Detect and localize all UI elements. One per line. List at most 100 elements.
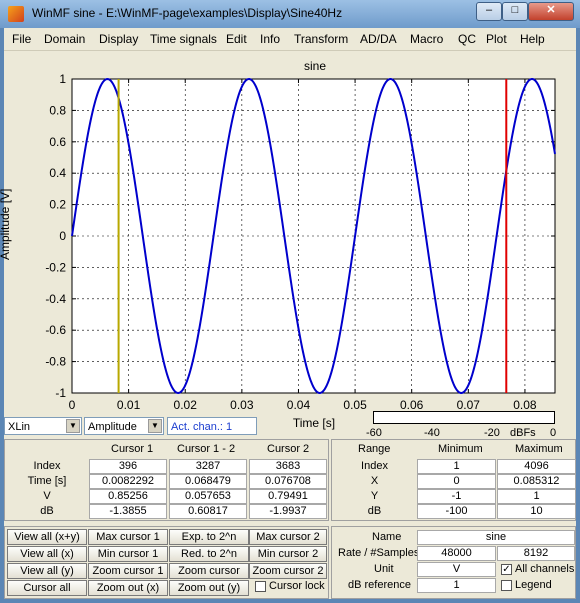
cursor-value-cell[interactable]: 0.85256 xyxy=(89,489,167,504)
zoom-cursor-2-button[interactable]: Zoom cursor 2 xyxy=(249,563,327,579)
x-tick-label: 0.04 xyxy=(287,398,311,412)
x-tick-label: 0.08 xyxy=(513,398,537,412)
cursor-row-label: V xyxy=(43,490,51,502)
cursor-value-cell[interactable]: 0.068479 xyxy=(169,474,247,489)
name-label: Name xyxy=(372,531,402,543)
y-tick-label: 0 xyxy=(59,229,66,243)
zoom-out-x-button[interactable]: Zoom out (x) xyxy=(88,580,168,596)
cursor-value-cell[interactable]: 0.057653 xyxy=(169,489,247,504)
dbfs-tick: -60 xyxy=(366,427,382,439)
cursor-row-label: Time [s] xyxy=(27,475,67,487)
xscale-value: XLin xyxy=(8,421,31,433)
all-channels-checkbox[interactable]: ✓ xyxy=(501,564,512,575)
x-tick-label: 0.05 xyxy=(343,398,367,412)
xscale-dropdown[interactable]: XLin ▼ xyxy=(4,417,82,435)
title-bar: WinMF sine - E:\WinMF-page\examples\Disp… xyxy=(0,0,580,28)
dbref-field[interactable]: 1 xyxy=(417,578,496,593)
cursor-value-cell[interactable]: 3287 xyxy=(169,459,247,474)
close-button[interactable]: ✕ xyxy=(528,2,574,21)
cursor-value-cell[interactable]: 0.0082292 xyxy=(89,474,167,489)
zoom-cursor-button[interactable]: Zoom cursor xyxy=(169,563,249,579)
dbfs-tick: -20 xyxy=(484,427,500,439)
range-value-cell[interactable]: 1 xyxy=(497,489,576,504)
range-row-label: Index xyxy=(361,460,388,472)
cursor-value-cell[interactable]: 396 xyxy=(89,459,167,474)
min-cursor-2-button[interactable]: Min cursor 2 xyxy=(249,546,327,562)
button-panel: View all (x+y) Max cursor 1 Exp. to 2^n Max… xyxy=(4,526,329,599)
samples-field[interactable]: 8192 xyxy=(497,546,575,561)
col-header-minimum: Minimum xyxy=(438,443,483,455)
x-tick-label: 0.06 xyxy=(400,398,424,412)
yquantity-dropdown[interactable]: Amplitude ▼ xyxy=(84,417,164,435)
range-value-cell[interactable]: -100 xyxy=(417,504,496,519)
cursor-value-cell[interactable]: 0.79491 xyxy=(249,489,327,504)
name-field[interactable]: sine xyxy=(417,530,575,545)
cursor-value-cell[interactable]: -1.9937 xyxy=(249,504,327,519)
range-row-label: Y xyxy=(370,490,379,502)
range-value-cell[interactable]: 0 xyxy=(417,474,496,489)
x-axis-label: Time [s] xyxy=(293,416,335,430)
range-value-cell[interactable]: 0.085312 xyxy=(497,474,576,489)
window-title: WinMF sine - E:\WinMF-page\examples\Disp… xyxy=(32,6,343,20)
active-channel-button[interactable]: Act. chan.: 1 xyxy=(167,417,257,435)
application-window: WinMF sine - E:\WinMF-page\examples\Disp… xyxy=(0,0,580,603)
client-area: File Domain Display Time signals Edit In… xyxy=(0,28,576,599)
cursor-value-cell[interactable]: 0.60817 xyxy=(169,504,247,519)
minimize-button[interactable]: – xyxy=(476,2,502,21)
max-cursor-1-button[interactable]: Max cursor 1 xyxy=(88,529,168,545)
maximize-button[interactable]: □ xyxy=(502,2,528,21)
range-row-label: X xyxy=(370,475,379,487)
y-tick-label: -0.6 xyxy=(45,323,66,337)
exp-to-2-n-button[interactable]: Exp. to 2^n xyxy=(169,529,249,545)
y-tick-label: 0.8 xyxy=(49,103,66,117)
x-tick-label: 0 xyxy=(69,398,76,412)
cursor-all-button[interactable]: Cursor all xyxy=(7,580,87,596)
cursor-value-cell[interactable]: 3683 xyxy=(249,459,327,474)
zoom-cursor-1-button[interactable]: Zoom cursor 1 xyxy=(88,563,168,579)
x-tick-label: 0.02 xyxy=(174,398,198,412)
cursor-value-cell[interactable]: 0.076708 xyxy=(249,474,327,489)
col-header-cursor-2: Cursor 2 xyxy=(267,443,310,455)
red-to-2-n-button[interactable]: Red. to 2^n xyxy=(169,546,249,562)
all-channels-label: All channels xyxy=(515,563,575,575)
cursor-lock-label: Cursor lock xyxy=(269,580,325,592)
sine-plot[interactable]: 0 0.01 0.02 0.03 0.04 0.05 0.06 0.07 0.08 1 0.8 0.6… xyxy=(4,28,576,448)
legend-label: Legend xyxy=(515,579,552,591)
yquantity-value: Amplitude xyxy=(88,421,137,433)
range-panel: Range Minimum Maximum Index 1 4096 X 0 0.0853… xyxy=(331,439,576,521)
x-tick-label: 0.03 xyxy=(230,398,254,412)
range-value-cell[interactable]: 4096 xyxy=(497,459,576,474)
cursor-lock-checkbox[interactable] xyxy=(255,581,266,592)
y-tick-label: -0.4 xyxy=(45,292,66,306)
col-header-cursor-1: Cursor 1 xyxy=(111,443,154,455)
view-all-x-button[interactable]: View all (x) xyxy=(7,546,87,562)
rate-label: Rate / #Samples xyxy=(338,547,420,559)
y-tick-label: 1 xyxy=(59,72,66,86)
info-panel: Name sine Rate / #Samples 48000 8192 Uni… xyxy=(331,526,576,599)
chevron-down-icon: ▼ xyxy=(148,419,162,433)
y-tick-label: -1 xyxy=(55,386,66,400)
cursor-row-label: Index xyxy=(33,460,61,472)
min-cursor-1-button[interactable]: Min cursor 1 xyxy=(88,546,168,562)
view-all-y-button[interactable]: View all (y) xyxy=(7,563,87,579)
range-value-cell[interactable]: -1 xyxy=(417,489,496,504)
rate-field[interactable]: 48000 xyxy=(417,546,496,561)
view-all-x-y-button[interactable]: View all (x+y) xyxy=(7,529,87,545)
dbfs-unit: dBFs xyxy=(510,427,536,439)
range-value-cell[interactable]: 10 xyxy=(497,504,576,519)
y-tick-label: 0.6 xyxy=(49,135,66,149)
chevron-down-icon: ▼ xyxy=(66,419,80,433)
range-row-label: dB xyxy=(367,505,382,517)
y-tick-label: -0.8 xyxy=(45,355,66,369)
app-icon xyxy=(8,6,24,22)
legend-checkbox[interactable] xyxy=(501,580,512,591)
x-tick-label: 0.01 xyxy=(117,398,141,412)
unit-field[interactable]: V xyxy=(417,562,496,577)
cursor-panel: Cursor 1 Cursor 1 - 2 Cursor 2 Index 396 3… xyxy=(4,439,329,521)
range-value-cell[interactable]: 1 xyxy=(417,459,496,474)
cursor-value-cell[interactable]: -1.3855 xyxy=(89,504,167,519)
dbref-label: dB reference xyxy=(348,579,411,591)
dbfs-tick: 0 xyxy=(550,427,557,439)
max-cursor-2-button[interactable]: Max cursor 2 xyxy=(249,529,327,545)
zoom-out-y-button[interactable]: Zoom out (y) xyxy=(169,580,249,596)
